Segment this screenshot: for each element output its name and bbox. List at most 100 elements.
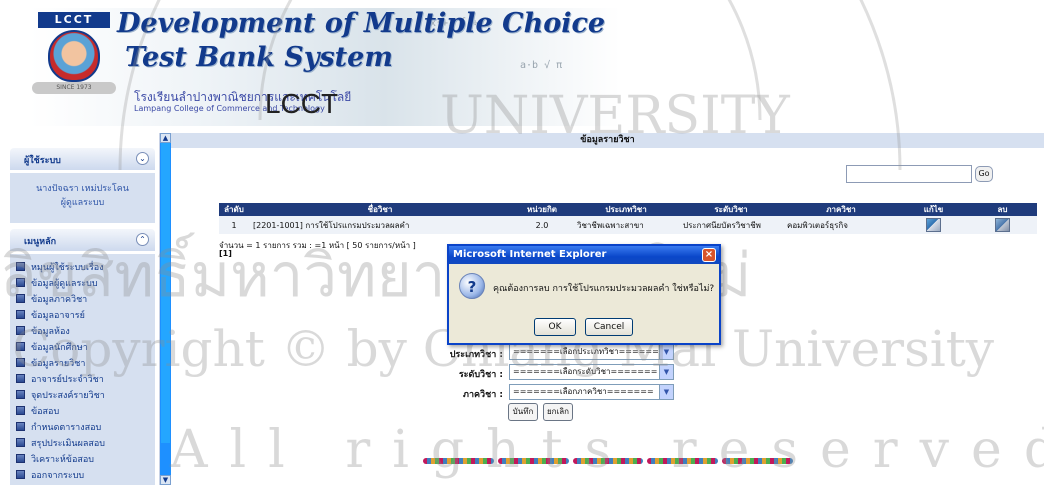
user-panel-body: นางปัจฉรา เหม่ประโคน ผู้ดูแลระบบ	[10, 173, 155, 223]
banner-math-decoration: a·b √ π	[520, 60, 563, 71]
close-icon[interactable]: ×	[702, 248, 716, 262]
menu-item-label: ข้อมูลภาควิชา	[31, 295, 88, 305]
menu-item[interactable]: ข้อมูลผู้ดูแลระบบ	[16, 276, 98, 290]
menu-item-label: อาจารย์ประจำวิชา	[31, 375, 104, 385]
menu-bullet-icon	[16, 278, 25, 287]
menu-item[interactable]: ข้อมูลภาควิชา	[16, 292, 87, 306]
page-link[interactable]: [1]	[219, 249, 232, 258]
school-abbreviation: LCCT	[265, 88, 339, 119]
menu-item-label: ข้อมูลรายวิชา	[31, 359, 86, 369]
column-header: หน่วยกิต	[511, 203, 573, 216]
menu-item[interactable]: สรุปประเมินผลสอบ	[16, 436, 105, 450]
menu-bullet-icon	[16, 390, 25, 399]
scrollbar-thumb[interactable]	[161, 143, 170, 443]
column-header: ภาควิชา	[783, 203, 899, 216]
menu-item[interactable]: จุดประสงค์รายวิชา	[16, 388, 105, 402]
menu-item[interactable]: กำหนดตารางสอบ	[16, 420, 101, 434]
question-icon: ?	[459, 273, 485, 299]
menu-item[interactable]: อาจารย์ประจำวิชา	[16, 372, 104, 386]
ornament-segment	[497, 458, 569, 464]
scroll-up-arrow-icon[interactable]: ▲	[160, 133, 171, 143]
department-select[interactable]: =======เลือกภาควิชา======= ▼	[509, 384, 674, 400]
menu-item[interactable]: ข้อมูลห้อง	[16, 324, 70, 338]
menu-item[interactable]: ออกจากระบบ	[16, 468, 84, 482]
menu-bullet-icon	[16, 294, 25, 303]
collapse-toggle-icon[interactable]: ⌃	[136, 233, 149, 246]
menu-bullet-icon	[16, 422, 25, 431]
dialog-title: Microsoft Internet Explorer	[453, 249, 607, 260]
cancel-button[interactable]: ยกเลิก	[543, 403, 573, 421]
save-button[interactable]: บันทึก	[508, 403, 538, 421]
course-level-value: =======เลือกระดับวิชา=======	[513, 367, 658, 376]
ornament-segment	[647, 458, 719, 464]
menu-item[interactable]: ข้อมูลรายวิชา	[16, 356, 85, 370]
system-title-line2: Test Bank System	[125, 42, 393, 73]
course-type-value: =======เลือกประเภทวิชา=======	[513, 347, 666, 356]
menu-bullet-icon	[16, 262, 25, 271]
ornament-segment	[572, 458, 644, 464]
user-panel-title: ผู้ใช้ระบบ	[24, 156, 61, 166]
menu-item-label: วิเคราะห์ข้อสอบ	[31, 455, 94, 465]
column-header: แก้ไข	[899, 203, 968, 216]
search-input[interactable]	[846, 165, 972, 183]
delete-cell	[968, 216, 1037, 234]
table-header-row: ลำดับ ชื่อวิชา หน่วยกิต ประเภทวิชา ระดับ…	[219, 203, 1037, 216]
scroll-down-arrow-icon[interactable]: ▼	[160, 475, 171, 485]
edit-cell	[899, 216, 968, 234]
chevron-down-icon[interactable]: ▼	[659, 365, 673, 379]
menu-item-label: ข้อมูลนักศึกษา	[31, 343, 88, 353]
menu-bullet-icon	[16, 374, 25, 383]
menu-item[interactable]: วิเคราะห์ข้อสอบ	[16, 452, 94, 466]
menu-item[interactable]: ข้อมูลนักศึกษา	[16, 340, 88, 354]
collapse-toggle-icon[interactable]: ⌄	[136, 152, 149, 165]
ornament-segment	[722, 458, 793, 464]
column-header: ประเภทวิชา	[573, 203, 679, 216]
footer-ornament	[423, 456, 793, 466]
course-type-label: ประเภทวิชา :	[449, 350, 503, 360]
main-menu-header[interactable]: เมนูหลัก ⌃	[10, 229, 155, 251]
menu-bullet-icon	[16, 470, 25, 479]
edit-icon[interactable]	[926, 218, 941, 232]
course-level-select[interactable]: =======เลือกระดับวิชา======= ▼	[509, 364, 674, 380]
column-header: ลบ	[968, 203, 1037, 216]
cell-course-level: ประกาศนียบัตรวิชาชีพ	[679, 216, 783, 234]
menu-item-label: ข้อมูลอาจารย์	[31, 311, 85, 321]
course-type-select[interactable]: =======เลือกประเภทวิชา======= ▼	[509, 344, 674, 360]
main-menu: หมุนผู้ใช้ระบบเรื่อง ข้อมูลผู้ดูแลระบบ ข…	[10, 254, 155, 485]
user-panel-header[interactable]: ผู้ใช้ระบบ ⌄	[10, 148, 155, 170]
user-name: นางปัจฉรา เหม่ประโคน	[36, 184, 129, 194]
column-header: ชื่อวิชา	[249, 203, 511, 216]
sidebar-scrollbar[interactable]: ▲ ▼	[160, 133, 171, 485]
dialog-cancel-button[interactable]: Cancel	[585, 318, 633, 336]
course-level-label: ระดับวิชา :	[458, 370, 503, 380]
college-logo: LCCT SINCE 1973	[32, 12, 116, 96]
chevron-down-icon[interactable]: ▼	[659, 345, 673, 359]
table-row: 1 [2201-1001] การใช้โปรแกรมประมวลผลคำ 2.…	[219, 216, 1037, 234]
confirm-dialog: Microsoft Internet Explorer × ? คุณต้องก…	[447, 244, 721, 345]
system-title-line1: Development of Multiple Choice	[117, 8, 606, 39]
cell-credits: 2.0	[511, 216, 573, 234]
cell-course-type: วิชาชีพเฉพาะสาขา	[573, 216, 679, 234]
cell-order: 1	[219, 216, 249, 234]
ok-button[interactable]: OK	[534, 318, 576, 336]
menu-item[interactable]: ข้อมูลอาจารย์	[16, 308, 85, 322]
delete-icon[interactable]	[995, 218, 1010, 232]
menu-bullet-icon	[16, 342, 25, 351]
menu-bullet-icon	[16, 438, 25, 447]
menu-bullet-icon	[16, 310, 25, 319]
menu-item-label: ออกจากระบบ	[31, 471, 85, 481]
menu-item-label: ข้อสอบ	[31, 407, 60, 417]
menu-bullet-icon	[16, 326, 25, 335]
main-menu-title: เมนูหลัก	[24, 237, 57, 247]
dialog-titlebar[interactable]: Microsoft Internet Explorer	[449, 246, 719, 264]
go-button[interactable]: Go	[975, 166, 993, 182]
cell-department: คอมพิวเตอร์ธุรกิจ	[783, 216, 899, 234]
menu-item[interactable]: หมุนผู้ใช้ระบบเรื่อง	[16, 260, 104, 274]
menu-item-label: ข้อมูลผู้ดูแลระบบ	[31, 279, 98, 289]
menu-item-label: หมุนผู้ใช้ระบบเรื่อง	[31, 263, 104, 273]
header-banner: x²+1 ∫ ÷ a·b √ π LCCT SINCE 1973 Develop…	[0, 0, 1044, 133]
cell-course-name: [2201-1001] การใช้โปรแกรมประมวลผลคำ	[249, 216, 511, 234]
menu-item[interactable]: ข้อสอบ	[16, 404, 59, 418]
logo-text: LCCT	[38, 12, 110, 28]
chevron-down-icon[interactable]: ▼	[659, 385, 673, 399]
